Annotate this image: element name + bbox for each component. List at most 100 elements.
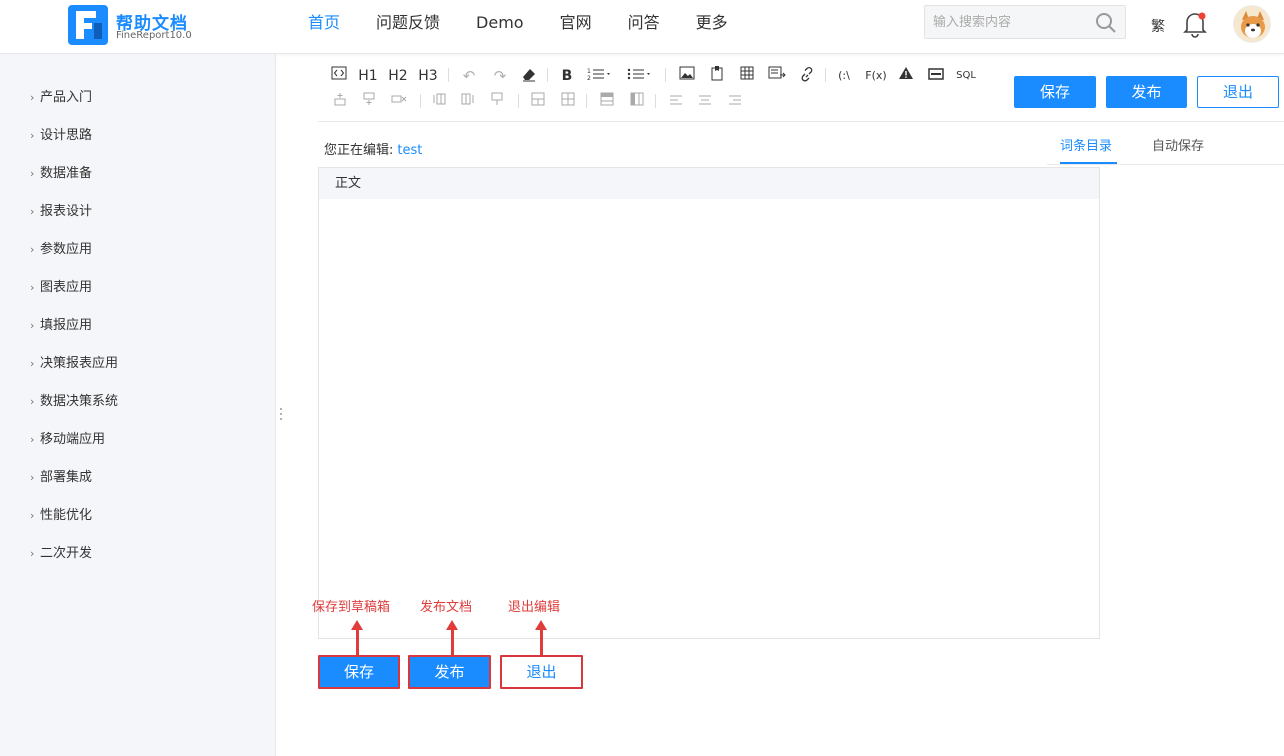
avatar-icon: [1234, 6, 1270, 42]
warning-icon[interactable]: [896, 66, 916, 86]
editing-prefix: 您正在编辑:: [324, 143, 394, 158]
annotation-arrow-line: [356, 629, 359, 656]
formula-icon[interactable]: (:\: [834, 66, 854, 86]
editor-toolbar: H1 H2 H3 ↶ ↷ B 12 (:\ F(x) SQL 保存 发布 退出: [318, 60, 1284, 122]
align-center-icon[interactable]: [695, 92, 715, 112]
merge-cells-icon[interactable]: [528, 92, 548, 112]
sidebar-item-report-design[interactable]: › 报表设计: [30, 200, 92, 219]
sidebar-resize-handle[interactable]: [279, 407, 283, 421]
top-navbar: 帮助文档 FineReport10.0 首页 问题反馈 Demo 官网 问答 更…: [0, 0, 1284, 54]
redo-icon[interactable]: ↷: [490, 66, 510, 86]
sidebar-item-deployment[interactable]: › 部署集成: [30, 466, 92, 485]
attachment-icon[interactable]: [707, 65, 727, 85]
sidebar-item-performance[interactable]: › 性能优化: [30, 504, 92, 523]
sql-icon[interactable]: SQL: [955, 66, 977, 86]
editor-section-title: 正文: [319, 168, 1099, 199]
insert-col-right-icon[interactable]: [458, 92, 478, 112]
undo-icon[interactable]: ↶: [459, 66, 479, 86]
chevron-right-icon: ›: [30, 91, 35, 104]
publish-button[interactable]: 发布: [1106, 76, 1187, 108]
nav-official-site[interactable]: 官网: [542, 0, 610, 46]
exit-button[interactable]: 退出: [1197, 76, 1279, 108]
sidebar-item-mobile[interactable]: › 移动端应用: [30, 428, 105, 447]
sidebar-item-dashboard[interactable]: › 决策报表应用: [30, 352, 118, 371]
svg-text:2: 2: [587, 75, 591, 82]
chevron-right-icon: ›: [30, 357, 35, 370]
divider-block-icon[interactable]: [926, 66, 946, 86]
main-nav: 首页 问题反馈 Demo 官网 问答 更多: [290, 0, 746, 54]
nav-home[interactable]: 首页: [290, 0, 358, 46]
eraser-icon[interactable]: [519, 66, 539, 86]
tab-entry-catalog[interactable]: 词条目录: [1060, 135, 1112, 154]
toolbar-separator: [547, 68, 548, 82]
chevron-right-icon: ›: [30, 205, 35, 218]
editing-status: 您正在编辑: test: [324, 139, 422, 158]
nav-more[interactable]: 更多: [678, 0, 746, 46]
save-button[interactable]: 保存: [1014, 76, 1096, 108]
table-header-col-icon[interactable]: [627, 92, 647, 112]
heading3-icon[interactable]: H3: [418, 66, 438, 86]
sidebar-item-parameters[interactable]: › 参数应用: [30, 238, 92, 257]
delete-row-icon[interactable]: [389, 92, 409, 112]
chevron-right-icon: ›: [30, 319, 35, 332]
heading1-icon[interactable]: H1: [358, 66, 378, 86]
search-input[interactable]: [925, 6, 1095, 38]
toolbar-separator: [586, 94, 587, 108]
table-icon[interactable]: [737, 66, 757, 86]
editing-doc-name[interactable]: test: [397, 143, 422, 158]
side-tabs: 词条目录 自动保存: [1047, 122, 1284, 165]
nav-demo[interactable]: Demo: [458, 0, 542, 46]
notification-bell-icon[interactable]: [1182, 10, 1208, 38]
split-cells-icon[interactable]: [558, 92, 578, 112]
finereport-logo-icon: [68, 5, 108, 45]
nav-feedback[interactable]: 问题反馈: [358, 0, 458, 46]
chevron-right-icon: ›: [30, 129, 35, 142]
sidebar-item-getting-started[interactable]: › 产品入门: [30, 86, 92, 105]
toolbar-separator: [665, 68, 666, 82]
image-icon[interactable]: [677, 66, 697, 86]
logo-subtitle: FineReport10.0: [116, 30, 192, 41]
template-icon[interactable]: [767, 66, 787, 86]
chevron-right-icon: ›: [30, 243, 35, 256]
toolbar-separator: [518, 94, 519, 108]
insert-row-above-icon[interactable]: [330, 92, 350, 112]
insert-row-below-icon[interactable]: [359, 92, 379, 112]
document-editor[interactable]: 正文: [318, 167, 1100, 639]
unordered-list-icon[interactable]: [626, 66, 654, 86]
align-left-icon[interactable]: [666, 92, 686, 112]
code-icon[interactable]: [329, 66, 349, 86]
function-icon[interactable]: F(x): [864, 66, 888, 86]
doc-sidebar: › 产品入门 › 设计思路 › 数据准备 › 报表设计 › 参数应用 › 图表应用 › 填报应…: [0, 54, 276, 756]
table-header-row-icon[interactable]: [597, 92, 617, 112]
chevron-right-icon: ›: [30, 509, 35, 522]
svg-text:1: 1: [587, 68, 591, 75]
ordered-list-icon[interactable]: 12: [586, 66, 614, 86]
sidebar-item-fill-report[interactable]: › 填报应用: [30, 314, 92, 333]
traditional-chinese-toggle[interactable]: 繁: [1151, 16, 1165, 36]
toolbar-separator: [825, 68, 826, 82]
search-icon[interactable]: [1095, 12, 1117, 34]
tab-autosave[interactable]: 自动保存: [1152, 135, 1204, 154]
sidebar-item-data-prep[interactable]: › 数据准备: [30, 162, 92, 181]
user-avatar[interactable]: [1233, 5, 1271, 43]
heading2-icon[interactable]: H2: [388, 66, 408, 86]
bottom-save-button[interactable]: 保存: [318, 655, 400, 689]
sidebar-item-design-ideas[interactable]: › 设计思路: [30, 124, 92, 143]
sidebar-item-charts[interactable]: › 图表应用: [30, 276, 92, 295]
active-tab-indicator: [1060, 162, 1117, 164]
insert-col-left-icon[interactable]: [429, 92, 449, 112]
sidebar-item-secondary-dev[interactable]: › 二次开发: [30, 542, 92, 561]
nav-qa[interactable]: 问答: [610, 0, 678, 46]
annotation-publish-note: 发布文档: [420, 600, 473, 615]
bold-icon[interactable]: B: [557, 66, 577, 86]
toolbar-separator: [420, 94, 421, 108]
align-right-icon[interactable]: [725, 92, 745, 112]
annotation-arrow-line: [451, 629, 454, 656]
delete-col-icon[interactable]: [488, 92, 508, 112]
sidebar-item-decision-system[interactable]: › 数据决策系统: [30, 390, 118, 409]
bottom-exit-button[interactable]: 退出: [500, 655, 583, 689]
link-icon[interactable]: [796, 66, 816, 86]
bottom-publish-button[interactable]: 发布: [408, 655, 491, 689]
annotation-save-note: 保存到草稿箱: [312, 600, 391, 615]
logo[interactable]: 帮助文档 FineReport10.0: [68, 5, 208, 47]
